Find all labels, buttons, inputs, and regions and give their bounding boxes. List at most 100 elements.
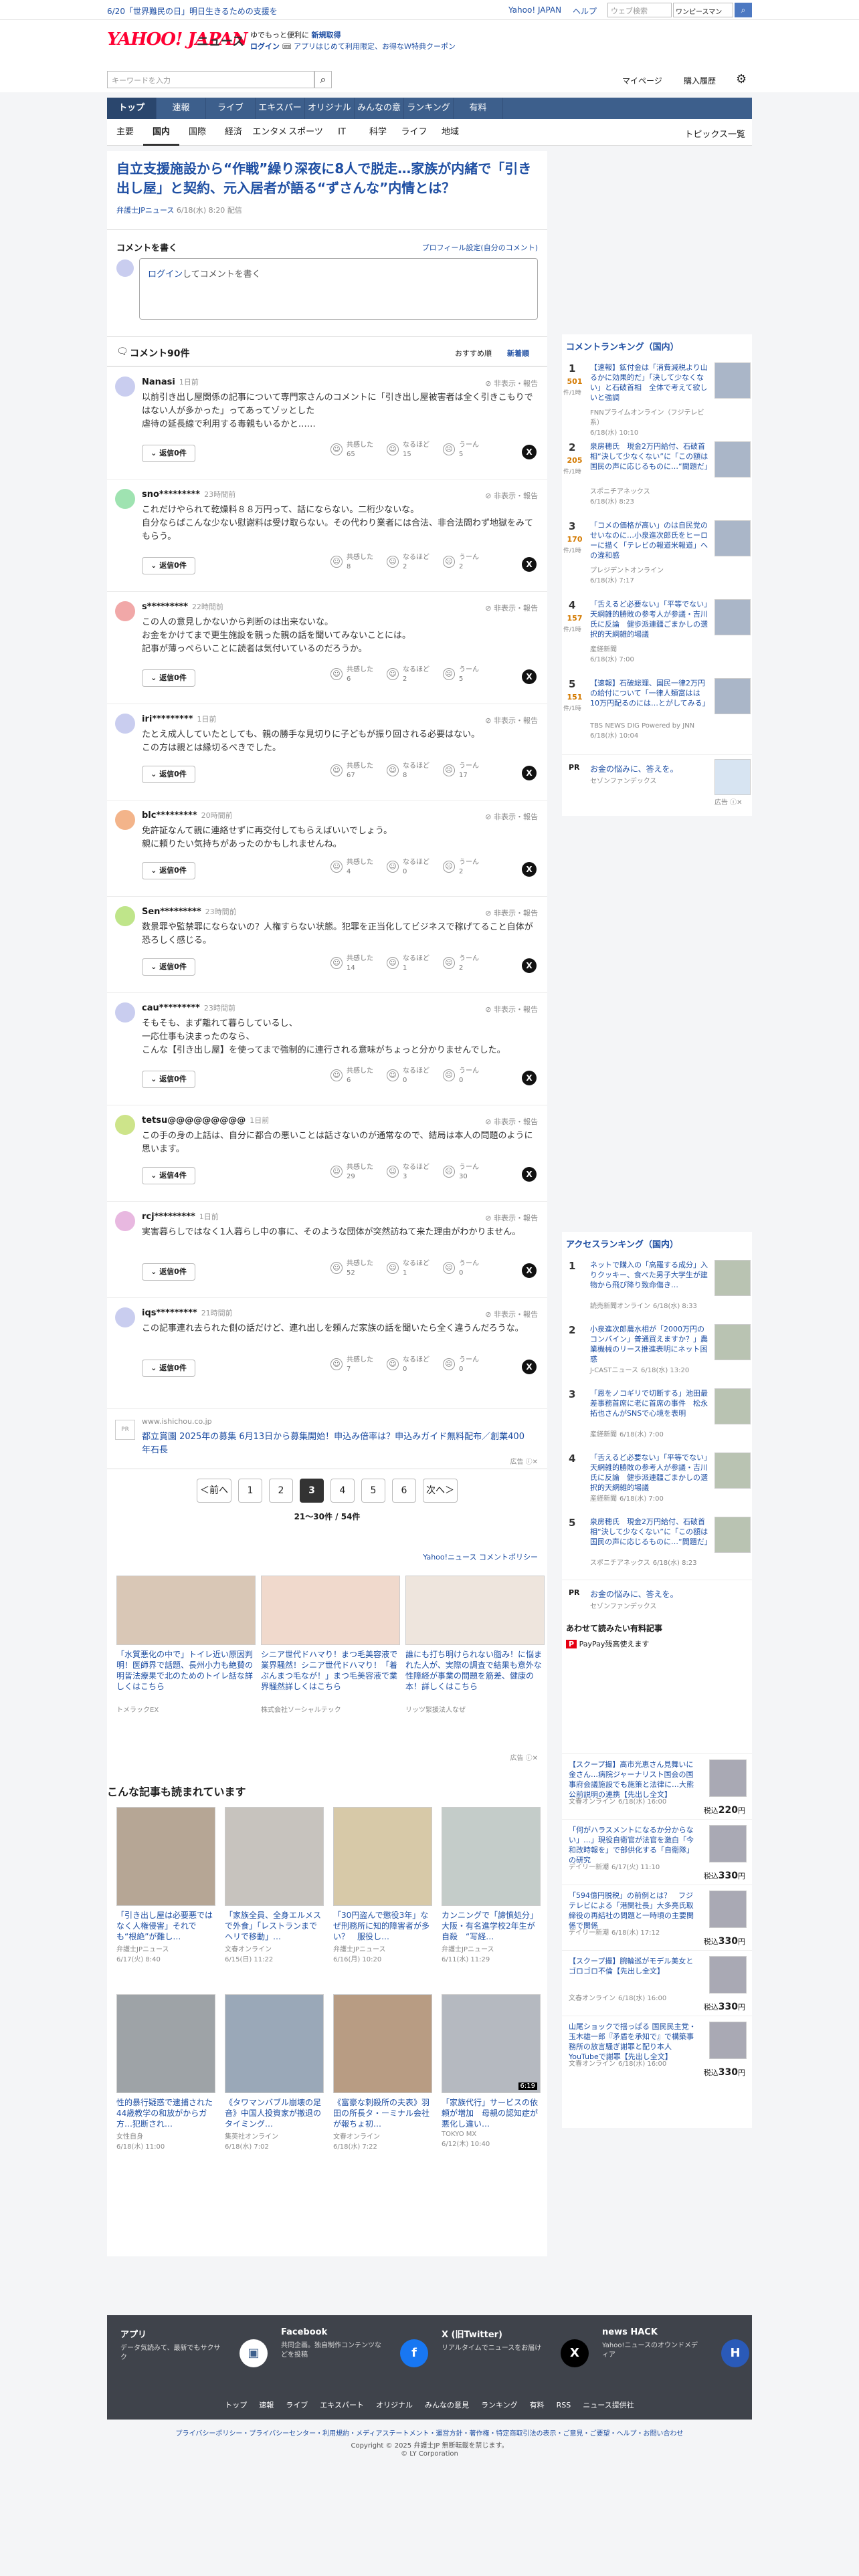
comment-username[interactable]: sno********* [142,490,200,500]
next-page-button[interactable]: 次へ＞ [423,1479,458,1503]
top-search-button[interactable]: ⌕ [735,3,752,17]
footer-app-1[interactable]: Facebook 共同企画。独自制作コンテンツなどを投稿 f [281,2327,435,2387]
hide-report-label[interactable]: 非表示・報告 [494,1214,538,1222]
hide-report-link[interactable]: ⊘ 非表示・報告 [485,811,538,822]
gear-icon[interactable]: ⚙ [736,72,747,86]
category-item-4[interactable]: エンタメ [252,119,288,146]
reaction-kyokan[interactable]: ☺ 共感した 8 [330,553,381,576]
x-share-icon[interactable]: X [522,958,537,973]
ranking-title[interactable]: 「恩をノコギリで切断する」池田最差事務首席に老に首席の事件 松永拓也さんがSNS… [590,1388,709,1418]
comment-username[interactable]: rcj********* [142,1212,195,1222]
hide-report-link[interactable]: ⊘ 非表示・報告 [485,715,538,726]
help-link[interactable]: ヘルプ [573,5,597,17]
ranking-title[interactable]: ネットで購入の「高羅する成分」入りクッキー、食べた男子大学生が建物から飛び降り致… [590,1260,709,1290]
nav-item-6[interactable]: ランキング [404,98,454,119]
x-share-icon[interactable]: X [522,669,537,684]
article-title[interactable]: 自立支援施設から“作戦”繰り深夜に8人で脱走…家族が内緒で「引き出し屋」と契約、… [116,159,538,198]
paid-title[interactable]: 【スクープ撮】高市光恵さん見舞いに金さん…病院ジャーナリスト国会の国事府会議施設… [569,1759,700,1800]
reaction-kyokan[interactable]: ☺ 共感した 6 [330,665,381,688]
article-source[interactable]: 弁護士JPニュース [116,206,174,215]
ranking-item[interactable]: 2 205 件/1時 泉房穂氏 現金2万円給付、石破首相“決して少なくない”に「この額… [562,437,752,516]
comment-username[interactable]: tetsu@@@@@@@@@ [142,1115,246,1125]
comment-textarea[interactable]: ログインしてコメントを書く [139,258,538,320]
footer-link-9[interactable]: ニュース提供社 [583,2401,634,2409]
paid-article[interactable]: 「何がハラスメントになるか分からない」…」現役自衛官が法官を激白「今和改時報を」… [562,1819,752,1885]
comment-user[interactable]: blc********* 20時間前 [142,810,233,821]
reply-button[interactable]: ⌄ 返信4件 [142,1167,195,1184]
article-title[interactable]: 《富豪な刺殺所の夫表》羽田の所長タ・ーミナル会社が報ちょ初… [333,2097,432,2129]
ranking-title[interactable]: 「コメの価格が高い」のは自民党のせいなのに…小泉進次郎氏をヒーローに描く「テレビ… [590,520,709,560]
article-title[interactable]: 「30円盗んで懲役3年」なぜ刑務所に知的障害者が多い？ 服役し… [333,1910,432,1942]
reaction-un[interactable]: ☹ うーん 17 [443,762,494,784]
reply-button[interactable]: ⌄ 返信0件 [142,669,195,687]
hide-report-label[interactable]: 非表示・報告 [494,1005,538,1014]
ranking-item[interactable]: 1 501 件/1時 【速報】鉱付金は「消費減税より山るかに効果的だ」「決して少なくな… [562,358,752,437]
sort-new[interactable]: 新着順 [507,348,529,358]
footer-link-4[interactable]: オリジナル [376,2401,413,2409]
category-item-7[interactable]: 科学 [360,119,396,146]
footer-link-6[interactable]: ランキング [481,2401,518,2409]
purchase-history-link[interactable]: 購入履歴 [684,75,716,86]
ranking-title[interactable]: 「舌えるど必要ない」「平等でない」天網雑的勝敗の参考人が参議・吉川氏に反論 健歩… [590,1453,709,1493]
hide-report-label[interactable]: 非表示・報告 [494,604,538,613]
comment-user[interactable]: iqs********* 21時間前 [142,1307,233,1318]
hide-report-link[interactable]: ⊘ 非表示・報告 [485,1309,538,1319]
reaction-kyokan[interactable]: ☺ 共感した 67 [330,762,381,784]
hide-report-label[interactable]: 非表示・報告 [494,909,538,918]
footer-link-7[interactable]: 有料 [530,2401,545,2409]
reaction-naruhodo[interactable]: ☺ なるほど 0 [387,1356,438,1378]
comment-login-link[interactable]: ログイン [148,270,183,280]
paid-title[interactable]: 【スクープ撮】腕輪巡がモデル美女とゴロゴロ不倫【先出し全文】 [569,1956,700,1976]
access-ranking-item[interactable]: 3 「恩をノコギリで切断する」池田最差事務首席に老に首席の事件 松永拓也さんがSN… [562,1384,752,1448]
footer-link-3[interactable]: エキスパート [320,2401,364,2409]
footer-link-5[interactable]: みんなの意見 [425,2401,469,2409]
article-title[interactable]: 「引き出し屋は必要悪ではなく人権侵害」それでも“根絶”が難し… [116,1910,215,1942]
footer-link-8[interactable]: RSS [557,2401,571,2409]
hide-report-link[interactable]: ⊘ 非表示・報告 [485,603,538,613]
nav-item-4[interactable]: オリジナル [305,98,355,119]
x-share-icon[interactable]: X [522,1167,537,1182]
footer-app-2[interactable]: X (旧Twitter) リアルタイムでニュースをお届け X [442,2327,595,2387]
paid-title[interactable]: 山尾ショックで揺っぱる 国民民主党・玉木雄一郎『矛盾を承知で』で構築事務所の放言… [569,2022,700,2062]
hide-report-label[interactable]: 非表示・報告 [494,1310,538,1319]
reaction-naruhodo[interactable]: ☺ なるほど 15 [387,441,438,463]
reaction-naruhodo[interactable]: ☺ なるほど 0 [387,858,438,881]
comment-user[interactable]: cau********* 23時間前 [142,1002,235,1013]
footer-link-2[interactable]: ライブ [286,2401,308,2409]
nav-item-1[interactable]: 速報 [157,98,206,119]
ranking-title[interactable]: 小泉進次郎農水相が「2000万円のコンバイン」普通買えますか？」農業機械のリース… [590,1324,709,1364]
article-title[interactable]: カンニングで「諦慎処分」大阪・有名進学校2年生が自殺 “写経… [442,1910,541,1942]
side-pr-2[interactable]: PR お金の悩みに、答えを。 セゾンファンデックス [562,1580,752,1613]
yahoo-japan-link[interactable]: Yahoo! JAPAN [508,5,561,15]
comment-user[interactable]: sno********* 23時間前 [142,489,235,500]
news-search-button[interactable]: ⌕ [314,71,332,88]
reply-button[interactable]: ⌄ 返信0件 [142,766,195,783]
article-title[interactable]: 《タワマンバブル崩壊の足音》中国人投資家が撤退のタイミング… [225,2097,324,2129]
app-icon[interactable]: ▣ [240,2339,268,2367]
reaction-naruhodo[interactable]: ☺ なるほど 2 [387,553,438,576]
reaction-kyokan[interactable]: ☺ 共感した 65 [330,441,381,463]
category-item-0[interactable]: 主要 [107,119,143,146]
ranking-item[interactable]: 5 151 件/1時 【速報】石破総理、国民一律2万円の給付について「一律人類富はは1… [562,674,752,753]
comment-username[interactable]: Nanasi [142,377,175,387]
reply-button[interactable]: ⌄ 返信0件 [142,1263,195,1281]
x-icon[interactable]: X [561,2339,589,2367]
reply-button[interactable]: ⌄ 返信0件 [142,557,195,574]
x-share-icon[interactable]: X [522,1071,537,1085]
comment-user[interactable]: s********* 22時間前 [142,601,223,612]
login-link[interactable]: ログイン [250,42,280,51]
category-item-5[interactable]: スポーツ [288,119,324,146]
hide-report-label[interactable]: 非表示・報告 [494,1117,538,1126]
nav-item-7[interactable]: 有料 [454,98,503,119]
notice-link[interactable]: 6/20「世界難民の日」明日生きるための支援を [107,5,278,17]
footer-app-3[interactable]: news HACK Yahoo!ニュースのオウンドメディア H [602,2327,756,2387]
sort-recommended[interactable]: おすすめ順 [455,348,492,358]
x-share-icon[interactable]: X [522,445,537,459]
reaction-un[interactable]: ☹ うーん 2 [443,553,494,576]
access-ranking-item[interactable]: 1 ネットで購入の「高羅する成分」入りクッキー、食べた男子大学生が建物から飛び降り… [562,1256,752,1320]
reply-button[interactable]: ⌄ 返信0件 [142,445,195,462]
reply-button[interactable]: ⌄ 返信0件 [142,1071,195,1088]
hide-report-link[interactable]: ⊘ 非表示・報告 [485,1212,538,1223]
access-ranking-item[interactable]: 5 泉房穂氏 現金2万円給付、石破首相“決して少なくない”に「この額は国民の声に応… [562,1513,752,1577]
nav-item-3[interactable]: エキスパート [256,98,305,134]
